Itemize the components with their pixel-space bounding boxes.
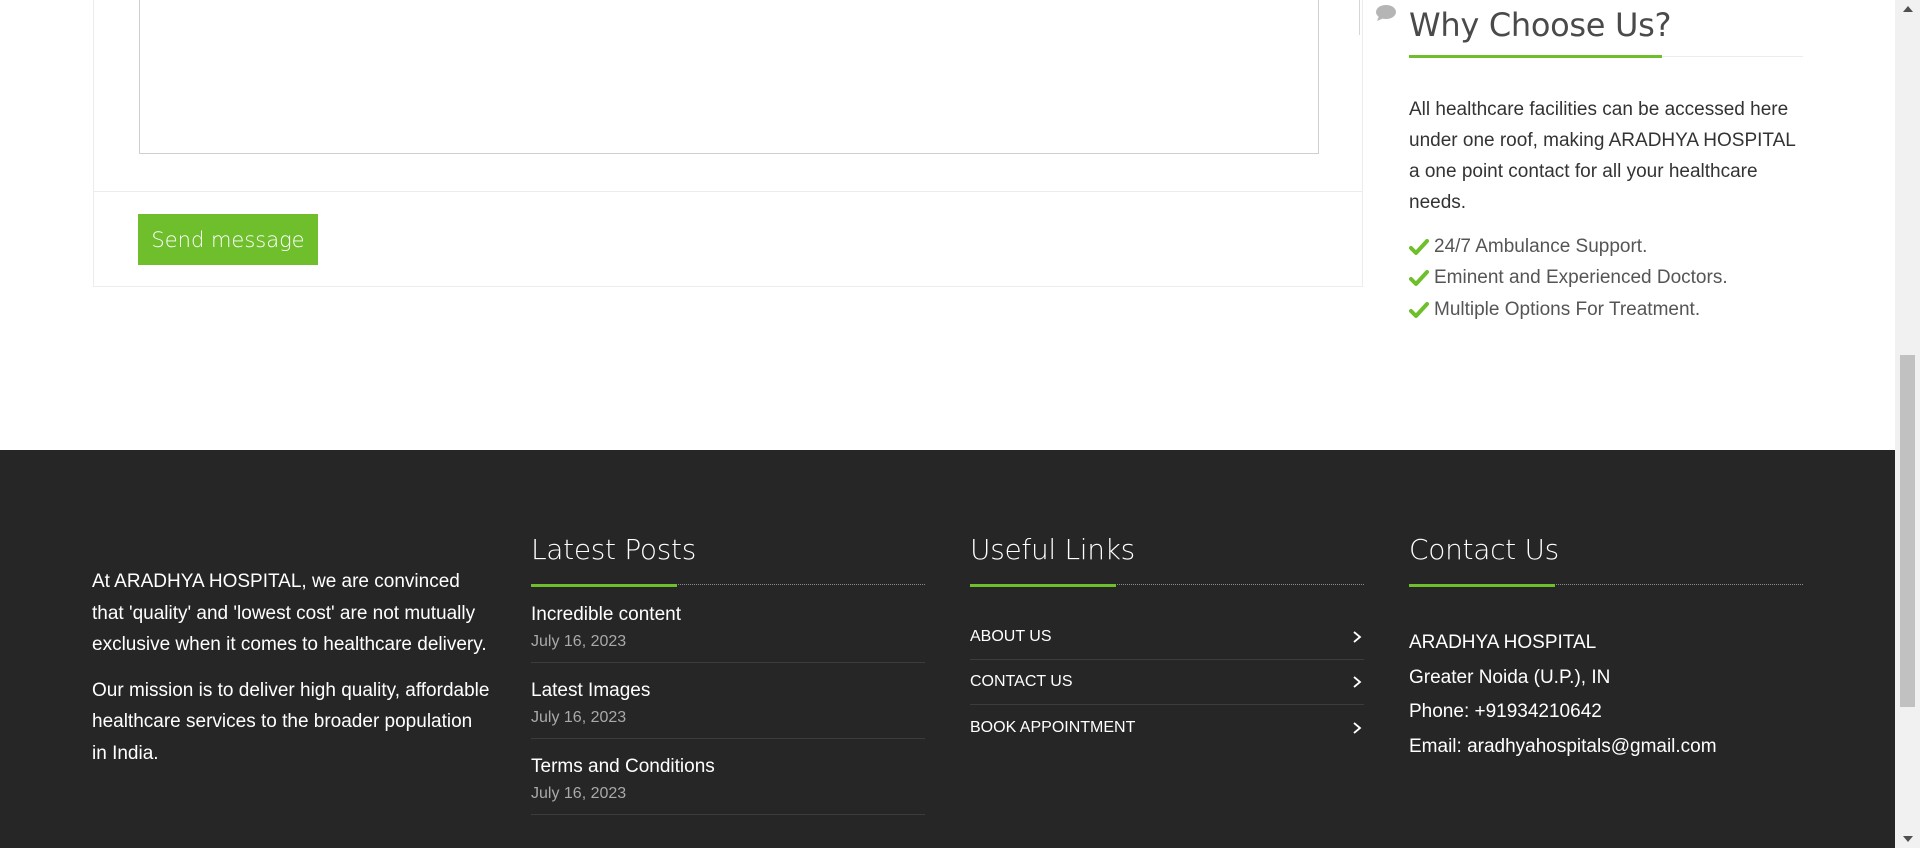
comment-icon — [1375, 5, 1396, 21]
feature-list: 24/7 Ambulance Support. Eminent and Expe… — [1409, 231, 1803, 326]
post-title-link[interactable]: Incredible content — [531, 604, 925, 626]
heading-underline — [970, 583, 1364, 587]
feature-label: Eminent and Experienced Doctors. — [1434, 267, 1728, 289]
link-about-us[interactable]: ABOUT US — [970, 615, 1364, 660]
footer-contact: Contact Us ARADHYA HOSPITAL Greater Noid… — [1409, 450, 1803, 764]
feature-label: Multiple Options For Treatment. — [1434, 298, 1701, 320]
check-icon — [1409, 238, 1429, 255]
post-date: July 16, 2023 — [531, 633, 627, 650]
useful-links-list: ABOUT US CONTACT US BOOK APPOINTMENT — [970, 615, 1364, 750]
contact-location: Greater Noida (U.P.), IN — [1409, 666, 1611, 688]
link-contact-us[interactable]: CONTACT US — [970, 660, 1364, 705]
message-field-icon-box — [1359, 0, 1411, 35]
scrollbar-thumb[interactable] — [1900, 355, 1915, 707]
link-label: BOOK APPOINTMENT — [970, 718, 1136, 736]
footer-useful-links: Useful Links ABOUT US CONTACT US BOOK AP… — [970, 450, 1364, 750]
page-scrollbar[interactable] — [1895, 0, 1920, 848]
chevron-right-icon — [1353, 721, 1362, 734]
footer-latest-posts: Latest Posts Incredible content July 16,… — [531, 450, 925, 815]
title-underline — [1409, 55, 1803, 58]
footer-about: At ARADHYA HOSPITAL, we are convinced th… — [92, 566, 492, 769]
post-item: Latest Images July 16, 2023 — [531, 663, 925, 739]
check-icon — [1409, 301, 1429, 318]
why-description: All healthcare facilities can be accesse… — [1409, 99, 1796, 213]
link-label: CONTACT US — [970, 673, 1073, 690]
heading-underline — [531, 583, 925, 587]
post-title-link[interactable]: Terms and Conditions — [531, 756, 925, 778]
about-paragraph: At ARADHYA HOSPITAL, we are convinced th… — [92, 571, 487, 655]
link-label: ABOUT US — [970, 628, 1052, 645]
feature-item: Eminent and Experienced Doctors. — [1409, 263, 1803, 295]
check-icon — [1409, 270, 1429, 287]
heading-underline — [1409, 583, 1803, 587]
why-choose-us-section: Why Choose Us? All healthcare facilities… — [1409, 0, 1803, 326]
why-choose-us-title: Why Choose Us? — [1409, 6, 1672, 44]
latest-posts-heading: Latest Posts — [531, 533, 697, 566]
feature-item: 24/7 Ambulance Support. — [1409, 231, 1803, 263]
contact-details: ARADHYA HOSPITAL Greater Noida (U.P.), I… — [1409, 626, 1803, 764]
post-title-link[interactable]: Latest Images — [531, 680, 925, 702]
post-date: July 16, 2023 — [531, 785, 627, 802]
contact-phone[interactable]: Phone: +91934210642 — [1409, 695, 1803, 730]
mission-paragraph: Our mission is to deliver high quality, … — [92, 679, 490, 764]
contact-name: ARADHYA HOSPITAL — [1409, 632, 1597, 653]
post-date: July 16, 2023 — [531, 709, 627, 726]
chevron-right-icon — [1353, 676, 1362, 688]
scroll-up-arrow-icon[interactable] — [1903, 6, 1913, 12]
useful-links-heading: Useful Links — [970, 533, 1135, 566]
send-message-button[interactable]: Send message — [138, 214, 318, 265]
message-textarea[interactable] — [139, 0, 1319, 154]
form-divider — [94, 191, 1362, 192]
post-item: Incredible content July 16, 2023 — [531, 587, 925, 663]
chevron-right-icon — [1353, 631, 1362, 643]
contact-email[interactable]: Email: aradhyahospitals@gmail.com — [1409, 730, 1803, 765]
scroll-down-arrow-icon[interactable] — [1903, 836, 1913, 842]
feature-item: Multiple Options For Treatment. — [1409, 294, 1803, 326]
post-item: Terms and Conditions July 16, 2023 — [531, 739, 925, 815]
site-footer: At ARADHYA HOSPITAL, we are convinced th… — [0, 450, 1895, 848]
feature-label: 24/7 Ambulance Support. — [1434, 235, 1648, 257]
link-book-appointment[interactable]: BOOK APPOINTMENT — [970, 705, 1364, 750]
contact-us-heading: Contact Us — [1409, 533, 1559, 566]
